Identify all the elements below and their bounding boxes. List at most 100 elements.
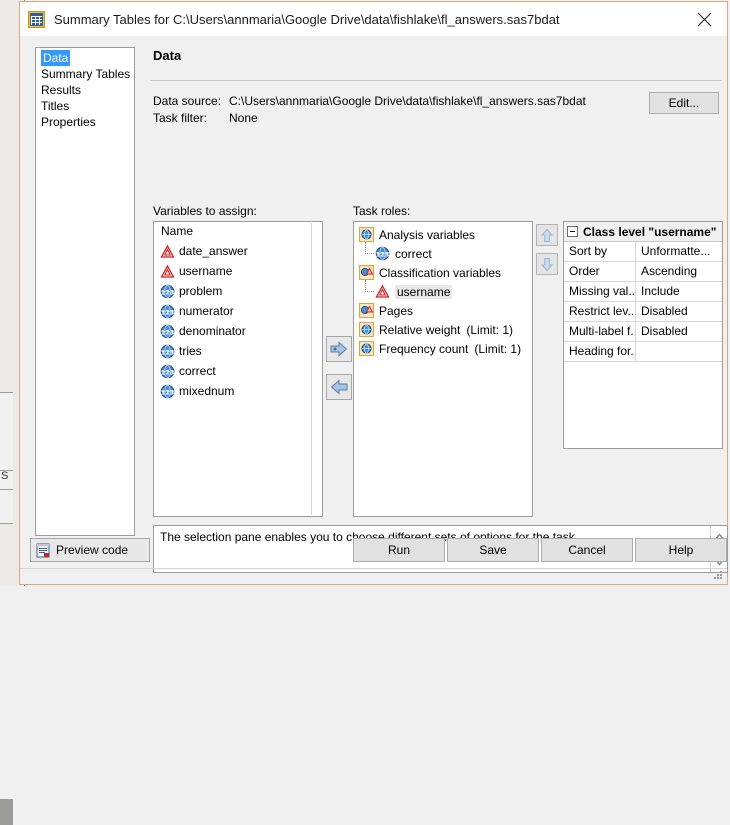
variable-row[interactable]: 123 denominator <box>154 321 322 341</box>
window-title: Summary Tables for C:\Users\annmaria\Goo… <box>54 11 560 27</box>
preview-code-icon <box>36 542 51 558</box>
sidebar-item-properties[interactable]: Properties <box>38 115 99 129</box>
variable-row[interactable]: 123 correct <box>154 361 322 381</box>
task-role-item[interactable]: Classification variables <box>354 263 532 282</box>
background-divider <box>0 489 13 490</box>
data-source-value: C:\Users\annmaria\Google Drive\data\fish… <box>229 93 586 108</box>
edit-button[interactable]: Edit... <box>649 92 719 114</box>
dialog-body: Data Summary Tables Results Titles Prope… <box>20 36 728 584</box>
dialog-footer: Preview code Run Save Cancel Help <box>20 532 727 584</box>
svg-text:123: 123 <box>376 250 390 258</box>
preview-code-button[interactable]: Preview code <box>30 538 150 562</box>
role-classification-icon <box>359 265 374 280</box>
property-row: Heading for... <box>564 342 722 362</box>
title-divider <box>150 80 722 81</box>
cancel-button[interactable]: Cancel <box>541 538 633 562</box>
task-role-limit: (Limit: 1) <box>466 322 514 337</box>
property-value[interactable]: Ascending <box>636 262 697 281</box>
move-up-button[interactable] <box>536 224 558 246</box>
task-role-item[interactable]: Frequency count (Limit: 1) <box>354 339 532 358</box>
variables-scrollbar[interactable] <box>311 223 321 515</box>
variable-row[interactable]: 123 tries <box>154 341 322 361</box>
task-role-item[interactable]: Pages <box>354 301 532 320</box>
character-variable-icon <box>375 284 390 299</box>
variable-row[interactable]: 123 numerator <box>154 301 322 321</box>
run-button[interactable]: Run <box>353 538 445 562</box>
save-button[interactable]: Save <box>447 538 539 562</box>
task-role-assigned-variable[interactable]: 123 correct <box>354 242 532 263</box>
property-row: Missing val... Include <box>564 282 722 302</box>
tree-connector <box>365 242 374 254</box>
help-button[interactable]: Help <box>635 538 727 562</box>
arrow-right-add-icon <box>330 341 348 357</box>
property-value[interactable]: Include <box>636 282 680 301</box>
role-analysis-icon <box>359 227 374 242</box>
task-role-label: username <box>395 284 453 299</box>
property-name: Heading for... <box>564 342 636 361</box>
property-value[interactable] <box>636 342 641 361</box>
numeric-variable-icon: 123 <box>160 364 175 379</box>
character-variable-icon <box>160 264 175 279</box>
footer-divider <box>20 568 727 569</box>
move-down-button[interactable] <box>536 253 558 275</box>
task-role-label: correct <box>395 246 432 261</box>
role-analysis-icon <box>359 341 374 356</box>
collapse-icon[interactable] <box>567 226 578 237</box>
task-roles-tree[interactable]: Analysis variables 123 correct Classificati… <box>353 221 533 517</box>
property-value[interactable]: Disabled <box>636 322 688 341</box>
numeric-variable-icon: 123 <box>160 304 175 319</box>
variable-name: date_answer <box>179 244 248 258</box>
sidebar-item-data[interactable]: Data <box>41 50 71 66</box>
title-bar: Summary Tables for C:\Users\annmaria\Goo… <box>20 2 727 36</box>
task-role-item[interactable]: Relative weight (Limit: 1) <box>354 320 532 339</box>
property-value[interactable]: Disabled <box>636 302 688 321</box>
svg-text:123: 123 <box>161 288 175 296</box>
variable-name: numerator <box>179 304 234 318</box>
resize-grip-icon[interactable] <box>712 569 724 581</box>
tree-connector <box>365 280 374 292</box>
arrow-down-icon <box>540 257 554 271</box>
svg-text:123: 123 <box>161 308 175 316</box>
data-source-block: Data source: C:\Users\annmaria\Google Dr… <box>153 92 728 126</box>
page-title: Data <box>153 48 182 63</box>
background-scrollbar-track[interactable] <box>0 392 13 825</box>
variables-list[interactable]: Name date_answer username 123 problem 123 num… <box>153 221 323 517</box>
arrow-up-icon <box>540 228 554 242</box>
variable-name: denominator <box>179 324 246 338</box>
sidebar-item-results[interactable]: Results <box>38 83 84 97</box>
property-name: Missing val... <box>564 282 636 301</box>
property-row: Restrict lev... Disabled <box>564 302 722 322</box>
variable-name: username <box>179 264 233 278</box>
task-role-assigned-variable[interactable]: username <box>354 280 532 301</box>
variable-row[interactable]: username <box>154 261 322 281</box>
property-grid-title: Class level "username" <box>583 224 717 239</box>
task-role-item[interactable]: Analysis variables <box>354 225 532 244</box>
variable-name: tries <box>179 344 202 358</box>
assign-variable-button[interactable] <box>326 336 352 362</box>
property-name: Restrict lev... <box>564 302 636 321</box>
numeric-variable-icon: 123 <box>160 284 175 299</box>
close-icon[interactable] <box>681 2 727 36</box>
arrow-left-icon <box>330 379 348 395</box>
property-grid-header[interactable]: Class level "username" <box>564 222 722 242</box>
property-name: Order <box>564 262 636 281</box>
sidebar-item-titles[interactable]: Titles <box>38 99 72 113</box>
variable-row[interactable]: 123 problem <box>154 281 322 301</box>
svg-text:123: 123 <box>161 328 175 336</box>
task-role-label: Pages <box>379 303 414 318</box>
background-scrollbar-thumb[interactable] <box>0 799 13 825</box>
remove-variable-button[interactable] <box>326 374 352 400</box>
character-variable-icon <box>160 244 175 259</box>
sidebar-item-summary-tables[interactable]: Summary Tables <box>38 67 133 81</box>
task-role-label: Frequency count <box>379 341 469 356</box>
svg-text:123: 123 <box>161 368 175 376</box>
variable-name: mixednum <box>179 384 235 398</box>
property-value[interactable]: Unformatte... <box>636 242 710 261</box>
variable-row[interactable]: 123 mixednum <box>154 381 322 401</box>
role-classification-icon <box>359 303 374 318</box>
variable-row[interactable]: date_answer <box>154 241 322 261</box>
property-row: Order Ascending <box>564 262 722 282</box>
numeric-variable-icon: 123 <box>375 246 390 261</box>
task-filter-label: Task filter: <box>153 110 208 125</box>
property-grid: Class level "username" Sort by Unformatte… <box>563 221 723 449</box>
